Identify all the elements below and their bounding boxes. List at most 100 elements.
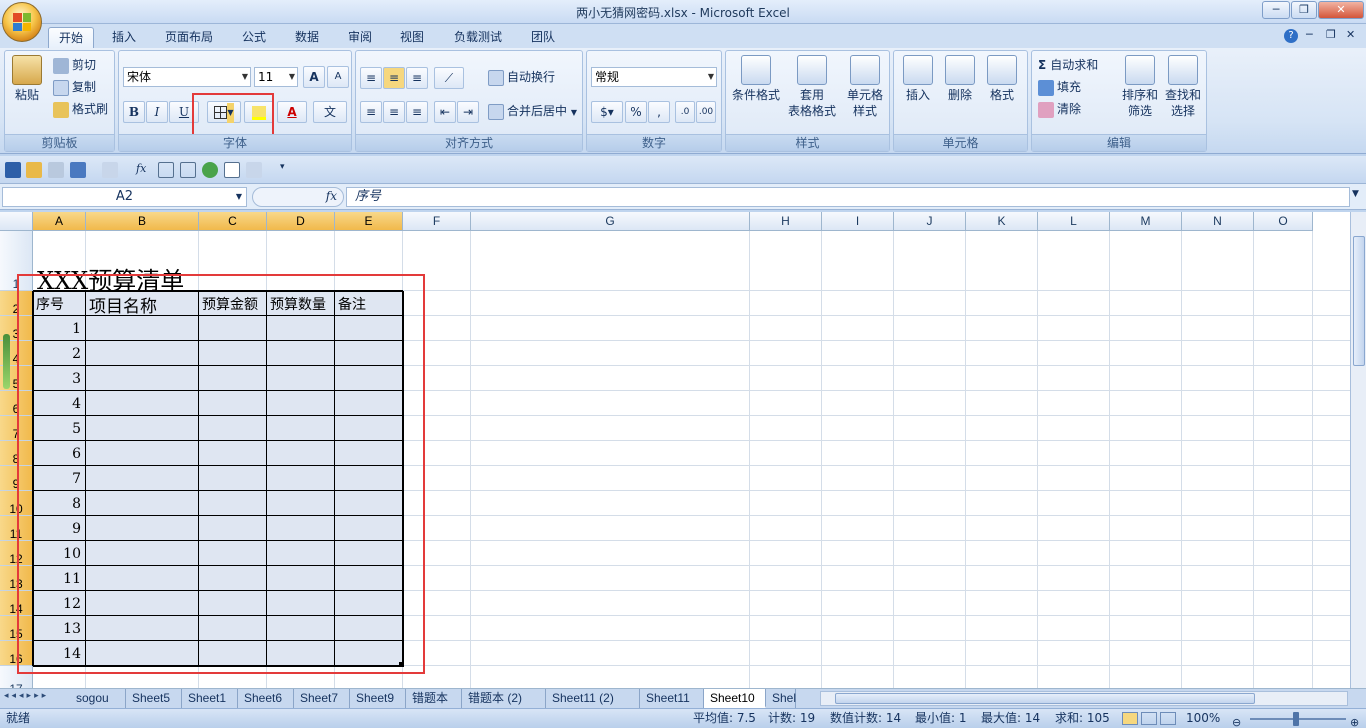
column-header-m[interactable]: M — [1110, 212, 1182, 231]
column-header-j[interactable]: J — [894, 212, 966, 231]
sheet-tab[interactable]: 错题本 — [406, 689, 462, 708]
print-preview-icon[interactable] — [48, 162, 64, 178]
column-header-l[interactable]: L — [1038, 212, 1110, 231]
sheet-tab[interactable]: Sheet5 — [126, 689, 182, 708]
page-layout-view-icon[interactable] — [1141, 712, 1157, 725]
currency-icon[interactable]: $▾ — [591, 101, 623, 123]
normal-view-icon[interactable] — [1122, 712, 1138, 725]
sheet-nav-arrows-icon[interactable]: ◂◂◂▸▸▸ — [4, 691, 49, 701]
zoom-slider-thumb[interactable] — [1293, 712, 1299, 726]
horizontal-scroll-thumb[interactable] — [835, 693, 1255, 704]
column-header-h[interactable]: H — [750, 212, 822, 231]
ribbon-restore-icon[interactable]: ❐ — [1326, 28, 1336, 41]
sheet-tab[interactable]: Sheet11 (2) — [546, 689, 640, 708]
table-icon[interactable] — [180, 162, 196, 178]
name-box[interactable]: A2 ▼ — [2, 187, 247, 207]
close-button[interactable]: ✕ — [1318, 1, 1364, 19]
fill-button[interactable]: 填充 — [1038, 77, 1081, 97]
shrink-font-button[interactable]: A — [327, 66, 349, 88]
horizontal-scrollbar[interactable] — [820, 691, 1348, 706]
sheet-tab[interactable]: sogou — [70, 689, 126, 708]
sheet-tab[interactable]: Sheet7 — [294, 689, 350, 708]
sheet-tab[interactable]: Shel — [766, 689, 796, 708]
merge-center-button[interactable]: 合并后居中 ▼ — [488, 101, 577, 121]
tab-page-layout[interactable]: 页面布局 — [155, 27, 223, 48]
tab-formulas[interactable]: 公式 — [232, 27, 276, 48]
sort-filter-button[interactable]: 排序和 筛选 — [1120, 55, 1160, 119]
column-header-g[interactable]: G — [471, 212, 750, 231]
tab-load-test[interactable]: 负载测试 — [444, 27, 512, 48]
tab-view[interactable]: 视图 — [390, 27, 434, 48]
worksheet-grid[interactable]: ABCDEFGHIJKLMNO1234567891011121314151617… — [0, 212, 1350, 688]
expand-formula-icon[interactable]: ▼ — [1352, 189, 1359, 199]
align-top-icon[interactable]: ≡ — [360, 67, 382, 89]
wrap-text-button[interactable]: 自动换行 — [488, 67, 555, 87]
clear-button[interactable]: 清除 — [1038, 99, 1081, 119]
tab-team[interactable]: 团队 — [521, 27, 565, 48]
zoom-in-icon[interactable]: ⊕ — [1350, 713, 1359, 728]
font-size-select[interactable]: 11 ▼ — [254, 67, 298, 87]
number-format-select[interactable]: 常规 ▼ — [591, 67, 717, 87]
align-bottom-icon[interactable]: ≡ — [406, 67, 428, 89]
sheet-tab[interactable]: Sheet1 — [182, 689, 238, 708]
copy-button[interactable]: 复制 — [53, 77, 96, 97]
sheet-tab[interactable]: Sheet9 — [350, 689, 406, 708]
increase-decimal-icon[interactable]: .0 — [675, 101, 695, 123]
draw-border-icon[interactable] — [102, 162, 118, 178]
sheet-tab[interactable]: Sheet10 — [704, 689, 766, 708]
column-header-d[interactable]: D — [267, 212, 335, 231]
sheet-tab[interactable]: Sheet6 — [238, 689, 294, 708]
sheet-tab[interactable]: 错题本 (2) — [462, 689, 546, 708]
customize-toolbar-icon[interactable]: ▾ — [280, 162, 296, 178]
office-button[interactable] — [2, 2, 42, 42]
select-all-corner[interactable] — [0, 212, 33, 231]
cut-button[interactable]: 剪切 — [53, 55, 96, 75]
vertical-scrollbar[interactable] — [1350, 212, 1366, 688]
italic-button[interactable]: I — [146, 101, 168, 123]
delete-cells-button[interactable]: 删除 — [940, 55, 980, 103]
decrease-decimal-icon[interactable]: .00 — [696, 101, 716, 123]
ribbon-minimize-icon[interactable]: ─ — [1306, 28, 1313, 41]
align-left-icon[interactable]: ≡ — [360, 101, 382, 123]
format-painter-button[interactable]: 格式刷 — [53, 99, 108, 119]
column-header-c[interactable]: C — [199, 212, 267, 231]
grid-icon[interactable] — [158, 162, 174, 178]
vertical-scroll-thumb[interactable] — [1353, 236, 1365, 366]
ribbon-close-icon[interactable]: ✕ — [1346, 28, 1355, 41]
decrease-indent-icon[interactable]: ⇤ — [434, 101, 456, 123]
tab-insert[interactable]: 插入 — [102, 27, 146, 48]
align-middle-icon[interactable]: ≡ — [383, 67, 405, 89]
restore-button[interactable]: ❐ — [1291, 1, 1317, 19]
undo-icon[interactable] — [70, 162, 86, 178]
column-header-e[interactable]: E — [335, 212, 403, 231]
align-right-icon[interactable]: ≡ — [406, 101, 428, 123]
insert-cells-button[interactable]: 插入 — [898, 55, 938, 103]
minimize-button[interactable]: ─ — [1262, 1, 1290, 19]
tab-home[interactable]: 开始 — [48, 27, 95, 48]
format-as-table-button[interactable]: 套用 表格格式 — [784, 55, 840, 119]
font-color-button[interactable]: A — [277, 101, 307, 123]
paste-button[interactable]: 粘贴 — [9, 55, 45, 103]
page-break-view-icon[interactable] — [1160, 712, 1176, 725]
tab-review[interactable]: 审阅 — [338, 27, 382, 48]
zoom-level[interactable]: 100% — [1186, 709, 1220, 728]
globe-icon[interactable] — [202, 162, 218, 178]
open-icon[interactable] — [26, 162, 42, 178]
save-icon[interactable] — [5, 162, 21, 178]
orientation-icon[interactable]: ⟋ — [434, 67, 464, 89]
find-select-button[interactable]: 查找和 选择 — [1162, 55, 1204, 119]
font-name-select[interactable]: 宋体 ▼ — [123, 67, 251, 87]
format-cells-button[interactable]: 格式 — [982, 55, 1022, 103]
autosum-button[interactable]: Σ 自动求和 — [1038, 55, 1098, 75]
column-header-a[interactable]: A — [33, 212, 86, 231]
column-header-b[interactable]: B — [86, 212, 199, 231]
fill-handle[interactable] — [399, 662, 404, 667]
zoom-out-icon[interactable]: ⊖ — [1232, 713, 1241, 728]
insert-function-icon[interactable]: fx — [136, 162, 152, 178]
tab-data[interactable]: 数据 — [285, 27, 329, 48]
column-header-k[interactable]: K — [966, 212, 1038, 231]
align-center-icon[interactable]: ≡ — [383, 101, 405, 123]
phonetic-guide-button[interactable]: 文 — [313, 101, 347, 123]
bold-button[interactable]: B — [123, 101, 145, 123]
grow-font-button[interactable]: A — [303, 66, 325, 88]
